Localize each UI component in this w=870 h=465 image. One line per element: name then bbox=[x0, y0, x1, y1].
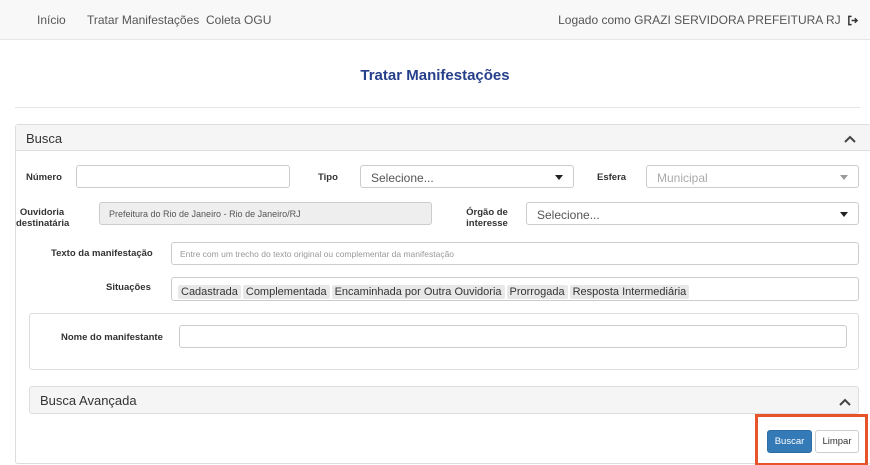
ouvidoria-value: Prefeitura do Rio de Janeiro - Rio de Ja… bbox=[109, 209, 301, 219]
orgao-label-line1: Órgão de bbox=[466, 207, 508, 218]
esfera-label: Esfera bbox=[597, 172, 627, 183]
nav-item-tratar-manifestacoes[interactable]: Tratar Manifestações bbox=[87, 13, 199, 27]
busca-avancada-panel[interactable]: Busca Avançada bbox=[29, 386, 859, 414]
numero-label: Número bbox=[26, 172, 62, 183]
orgao-label-line2: interesse bbox=[466, 218, 508, 229]
busca-panel-header[interactable]: Busca bbox=[16, 125, 870, 151]
nome-manifestante-box: Nome do manifestante bbox=[29, 313, 859, 370]
caret-down-icon bbox=[840, 175, 848, 180]
logged-user-text: Logado como GRAZI SERVIDORA PREFEITURA R… bbox=[558, 13, 841, 27]
esfera-select[interactable]: Municipal bbox=[646, 165, 859, 188]
tipo-value: Selecione... bbox=[371, 171, 434, 185]
numero-input[interactable] bbox=[76, 165, 290, 188]
caret-down-icon bbox=[555, 175, 563, 180]
ouvidoria-field: Prefeitura do Rio de Janeiro - Rio de Ja… bbox=[99, 202, 432, 225]
busca-avancada-title: Busca Avançada bbox=[40, 393, 137, 408]
nav-item-inicio[interactable]: Início bbox=[37, 13, 66, 27]
situacoes-label: Situações bbox=[106, 282, 151, 293]
situacoes-multiselect[interactable]: Cadastrada Complementada Encaminhada por O… bbox=[171, 277, 859, 301]
ouvidoria-label: Ouvidoria destinatária bbox=[16, 207, 70, 229]
ouvidoria-label-line1: Ouvidoria bbox=[19, 207, 65, 218]
situacao-tag[interactable]: Resposta Intermediária bbox=[569, 285, 690, 299]
ouvidoria-label-line2: destinatária bbox=[16, 218, 70, 229]
situacao-tag[interactable]: Encaminhada por Outra Ouvidoria bbox=[331, 285, 505, 299]
situacao-tag[interactable]: Prorrogada bbox=[506, 285, 568, 299]
nome-input[interactable] bbox=[179, 325, 847, 348]
title-divider bbox=[15, 107, 860, 108]
situacao-tag[interactable]: Cadastrada bbox=[178, 285, 241, 299]
page-title: Tratar Manifestações bbox=[360, 67, 510, 84]
texto-input[interactable]: Entre com um trecho do texto original ou… bbox=[171, 242, 859, 265]
tipo-select[interactable]: Selecione... bbox=[360, 165, 574, 188]
top-navbar: Início Tratar Manifestações Coleta OGU L… bbox=[0, 0, 870, 40]
esfera-value: Municipal bbox=[657, 171, 708, 185]
texto-label: Texto da manifestação bbox=[51, 248, 153, 259]
caret-down-icon bbox=[840, 212, 848, 217]
nome-label: Nome do manifestante bbox=[61, 332, 163, 343]
texto-placeholder: Entre com um trecho do texto original ou… bbox=[180, 249, 455, 259]
tipo-label: Tipo bbox=[318, 172, 338, 183]
situacao-tag[interactable]: Complementada bbox=[242, 285, 330, 299]
chevron-up-icon[interactable] bbox=[839, 398, 851, 406]
orgao-value: Selecione... bbox=[537, 208, 600, 222]
logged-user[interactable]: Logado como GRAZI SERVIDORA PREFEITURA R… bbox=[558, 13, 859, 27]
logout-icon[interactable] bbox=[847, 15, 859, 26]
nav-item-coleta-ogu[interactable]: Coleta OGU bbox=[206, 13, 271, 27]
busca-panel-title: Busca bbox=[26, 131, 63, 146]
orgao-select[interactable]: Selecione... bbox=[526, 202, 859, 225]
orgao-label: Órgão de interesse bbox=[454, 207, 520, 229]
highlight-box bbox=[755, 414, 868, 465]
chevron-up-icon[interactable] bbox=[844, 135, 856, 143]
busca-panel: Busca Número Tipo Selecione... Esfera Mu… bbox=[15, 124, 870, 464]
